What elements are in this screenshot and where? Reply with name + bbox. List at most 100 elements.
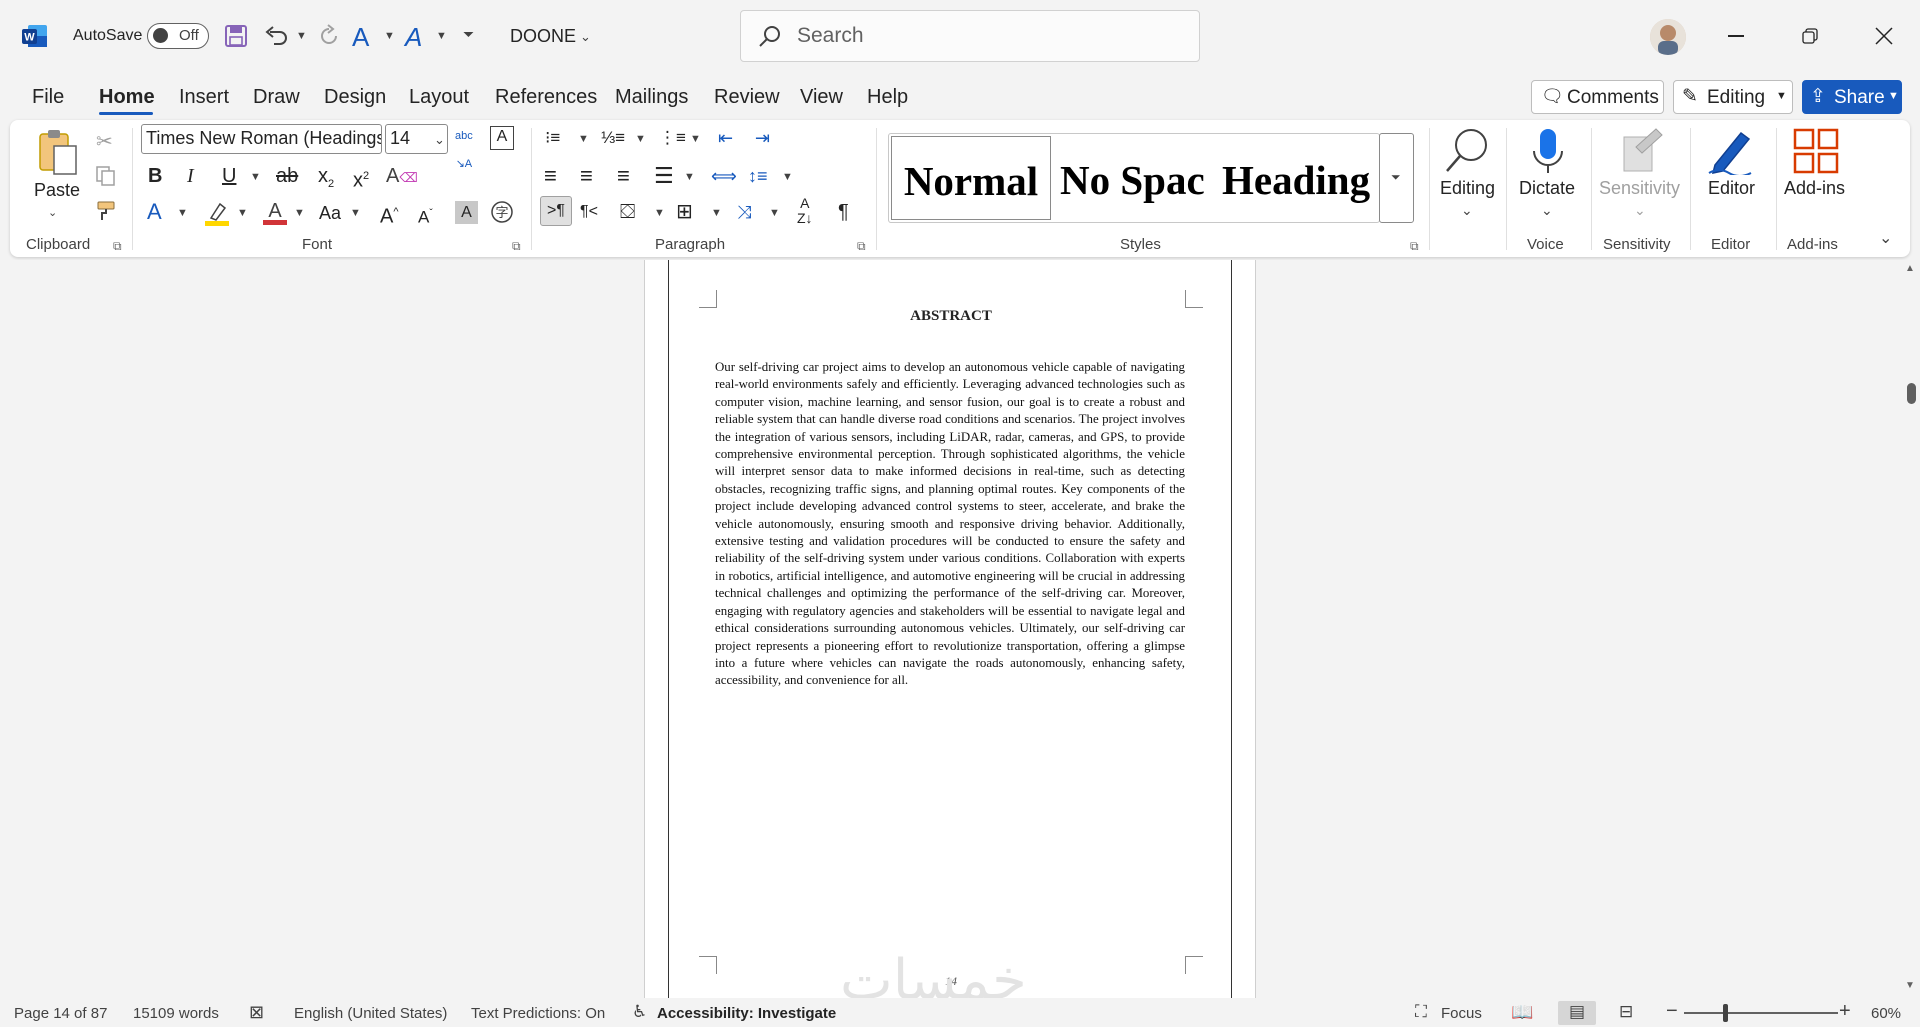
- accessibility-icon[interactable]: ♿: [632, 1002, 647, 1022]
- align-center-icon[interactable]: ≡: [580, 162, 593, 190]
- text-effects-icon[interactable]: A: [147, 198, 162, 226]
- word-count[interactable]: 15109 words: [133, 1005, 219, 1022]
- dictate-label[interactable]: Dictate: [1519, 178, 1575, 199]
- justify-dropdown-icon[interactable]: ▼: [684, 171, 695, 183]
- paste-icon[interactable]: [36, 128, 80, 176]
- asian-layout-icon[interactable]: ⤨: [737, 198, 751, 226]
- paste-label[interactable]: Paste: [34, 180, 80, 201]
- text-effects-icon[interactable]: A: [352, 22, 369, 53]
- style-normal[interactable]: Normal: [891, 136, 1051, 220]
- doc-name-chevron-icon[interactable]: ⌄: [580, 29, 591, 45]
- bullets-icon[interactable]: ⁝≡: [545, 124, 560, 152]
- zoom-out-icon[interactable]: −: [1666, 1000, 1678, 1023]
- numbering-dropdown-icon[interactable]: ▼: [635, 133, 646, 145]
- ltr-paragraph-icon[interactable]: >¶: [540, 196, 572, 226]
- editing-dropdown-icon[interactable]: ⌄: [1461, 202, 1473, 219]
- highlight-icon[interactable]: [205, 200, 229, 226]
- tab-file[interactable]: File: [32, 86, 64, 109]
- page-counter[interactable]: Page 14 of 87: [14, 1005, 107, 1022]
- editing-label[interactable]: Editing: [1440, 178, 1495, 199]
- focus-mode[interactable]: Focus: [1441, 1005, 1482, 1022]
- editor-pen-icon[interactable]: [1707, 127, 1753, 175]
- align-left-icon[interactable]: ≡: [544, 162, 557, 190]
- rtl-paragraph-icon[interactable]: ¶<: [580, 198, 598, 226]
- styles-launcher-icon[interactable]: ⧉: [1410, 239, 1419, 254]
- shrink-font-icon[interactable]: Aˇ: [418, 200, 433, 232]
- text-effects-dropdown-icon[interactable]: ▼: [384, 30, 395, 42]
- dictate-dropdown-icon[interactable]: ⌄: [1541, 202, 1553, 219]
- redo-icon[interactable]: [317, 24, 341, 48]
- shading-dropdown-icon[interactable]: ▼: [654, 207, 665, 219]
- sort-icon[interactable]: A Z↓: [797, 196, 813, 226]
- web-layout-icon[interactable]: ⊟: [1619, 1002, 1633, 1022]
- find-search-icon[interactable]: [1443, 127, 1491, 175]
- cut-icon[interactable]: ✂: [96, 129, 113, 154]
- font-size-dropdown-icon[interactable]: ⌄: [434, 132, 445, 148]
- tab-help[interactable]: Help: [867, 86, 908, 109]
- styles-more-button[interactable]: ⏷: [1379, 133, 1414, 223]
- style-heading[interactable]: Heading: [1220, 136, 1380, 220]
- shading-icon[interactable]: ⛋: [620, 198, 635, 226]
- comments-button[interactable]: 🗨 Comments: [1531, 80, 1664, 114]
- zoom-in-icon[interactable]: +: [1839, 1000, 1851, 1023]
- tab-review[interactable]: Review: [714, 86, 780, 109]
- tab-home[interactable]: Home: [99, 86, 155, 109]
- borders-icon[interactable]: ⊞: [676, 198, 693, 226]
- save-icon[interactable]: [224, 24, 248, 48]
- zoom-level[interactable]: 60%: [1871, 1005, 1901, 1022]
- read-mode-icon[interactable]: 📖: [1511, 1002, 1533, 1023]
- accessibility-status[interactable]: Accessibility: Investigate: [657, 1005, 836, 1022]
- abstract-heading[interactable]: ABSTRACT: [669, 308, 1233, 325]
- tab-references[interactable]: References: [495, 86, 597, 109]
- sensitivity-icon[interactable]: [1620, 127, 1664, 173]
- text-effects-dropdown-icon[interactable]: ▼: [177, 207, 188, 219]
- change-case-dropdown-icon[interactable]: ▼: [350, 207, 361, 219]
- highlight-dropdown-icon[interactable]: ▼: [237, 207, 248, 219]
- clear-all-formatting-icon[interactable]: A⌫: [386, 162, 418, 192]
- change-case-icon[interactable]: Aa: [319, 199, 341, 227]
- scroll-up-icon[interactable]: ▲: [1905, 263, 1915, 274]
- share-button[interactable]: ⇪ Share ▼: [1802, 80, 1902, 114]
- tab-view[interactable]: View: [800, 86, 843, 109]
- align-right-icon[interactable]: ≡: [617, 162, 630, 190]
- distribute-icon[interactable]: ⟺: [711, 162, 737, 190]
- italic-icon[interactable]: I: [187, 162, 194, 190]
- tab-insert[interactable]: Insert: [179, 86, 229, 109]
- clear-formatting-icon[interactable]: A: [490, 126, 514, 150]
- strikethrough-icon[interactable]: ab: [276, 162, 298, 190]
- text-predictions-status[interactable]: Text Predictions: On: [471, 1005, 605, 1022]
- copy-icon[interactable]: [95, 165, 117, 187]
- editor-label[interactable]: Editor: [1708, 178, 1755, 199]
- minimize-icon[interactable]: [1728, 35, 1744, 37]
- print-layout-icon[interactable]: ▤: [1558, 1001, 1596, 1025]
- font-color-icon[interactable]: A: [262, 198, 288, 226]
- sensitivity-label[interactable]: Sensitivity: [1599, 178, 1680, 199]
- document-name[interactable]: DOONE: [510, 26, 576, 47]
- numbering-icon[interactable]: ⅓≡: [601, 124, 625, 152]
- collapse-ribbon-icon[interactable]: ⌄: [1879, 228, 1892, 248]
- search-box[interactable]: Search: [740, 10, 1200, 62]
- grow-font-icon[interactable]: A^: [380, 198, 399, 231]
- autosave-toggle[interactable]: Off: [147, 23, 209, 49]
- vertical-scrollbar[interactable]: [1904, 260, 1920, 998]
- editing-mode-button[interactable]: ✎ Editing ▼: [1673, 80, 1793, 114]
- undo-icon[interactable]: [264, 24, 290, 48]
- zoom-slider-track[interactable]: [1684, 1012, 1838, 1014]
- font-color-dropdown-icon[interactable]: ▼: [294, 207, 305, 219]
- superscript-icon[interactable]: x2: [353, 162, 369, 195]
- bullets-dropdown-icon[interactable]: ▼: [578, 133, 589, 145]
- format-painter-icon[interactable]: [96, 200, 118, 222]
- avatar[interactable]: [1650, 19, 1686, 55]
- addins-label[interactable]: Add-ins: [1784, 178, 1845, 199]
- addins-grid-icon[interactable]: [1793, 128, 1839, 174]
- underline-dropdown-icon[interactable]: ▼: [250, 171, 261, 183]
- multilevel-dropdown-icon[interactable]: ▼: [690, 133, 701, 145]
- underline-icon[interactable]: U: [222, 162, 236, 190]
- abstract-body[interactable]: Our self-driving car project aims to dev…: [715, 359, 1185, 690]
- customize-toolbar-icon[interactable]: ⏷: [463, 26, 474, 43]
- proofing-status-icon[interactable]: ⊠: [249, 1002, 264, 1023]
- language-status[interactable]: English (United States): [294, 1005, 447, 1022]
- line-spacing-icon[interactable]: ↕≡: [748, 162, 768, 190]
- asian-layout-dropdown-icon[interactable]: ▼: [769, 207, 780, 219]
- change-case-abc-icon[interactable]: abc ↘A: [455, 122, 473, 178]
